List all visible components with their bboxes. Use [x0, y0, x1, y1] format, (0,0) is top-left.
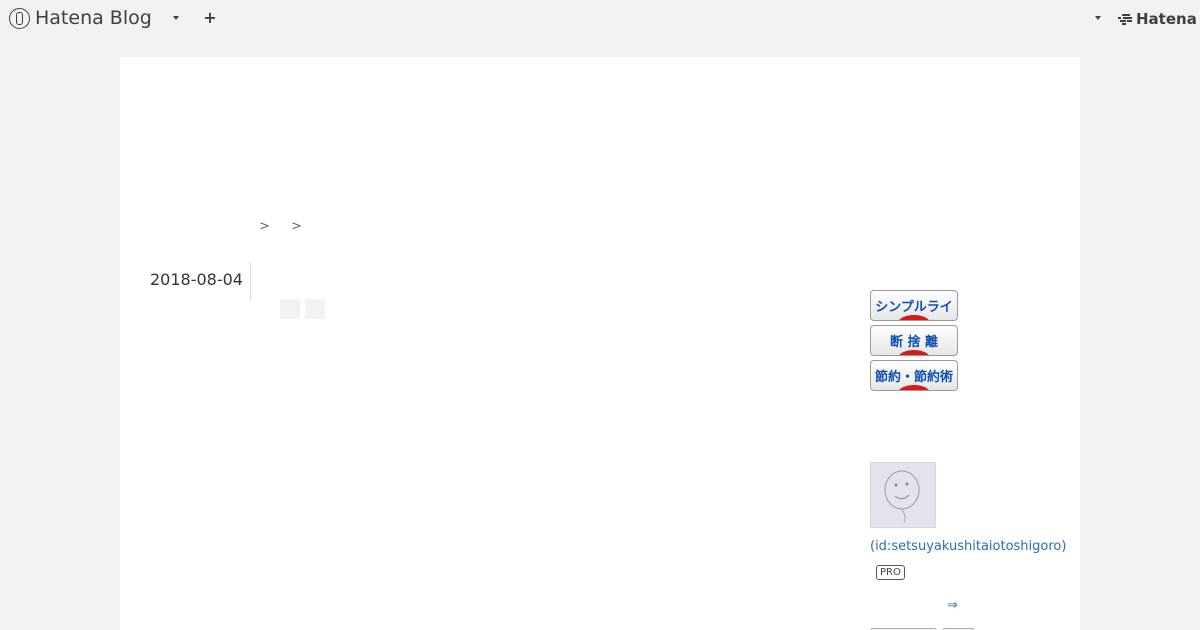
share-button[interactable] — [280, 299, 300, 319]
banner-label: 節約・節約術 — [874, 370, 953, 385]
new-post-button[interactable]: + — [202, 9, 218, 27]
profile-readmore-link[interactable]: ⇒ — [947, 598, 958, 613]
breadcrumb-separator: > — [291, 219, 302, 234]
banner-simple-life[interactable]: シンプルライフ — [870, 290, 958, 321]
profile-avatar[interactable] — [870, 462, 936, 528]
hatena-brand-link[interactable]: Hatena — [1118, 10, 1197, 28]
banner-label: シンプルライフ — [875, 300, 953, 320]
breadcrumb: > > — [259, 219, 319, 234]
banner-accent — [898, 385, 930, 390]
pro-badge: PRO — [876, 565, 905, 580]
share-button[interactable] — [305, 299, 325, 319]
hatena-logo-icon — [1118, 13, 1133, 25]
chevron-down-icon[interactable] — [1094, 14, 1102, 22]
entry-date[interactable]: 2018-08-04 — [150, 270, 243, 289]
logo-text: Hatena Blog — [35, 7, 152, 29]
banner-saving[interactable]: 節約・節約術 — [870, 360, 958, 391]
hatena-blog-logo[interactable]: Hatena Blog — [9, 6, 152, 30]
hatena-blog-logo-icon — [9, 7, 30, 29]
banner-danshari[interactable]: 断 捨 離 — [870, 325, 958, 356]
date-divider — [250, 262, 251, 300]
avatar-sketch-icon — [871, 463, 935, 527]
hatena-brand-text: Hatena — [1136, 10, 1197, 28]
chevron-down-icon[interactable] — [172, 14, 180, 22]
profile-id-text[interactable]: (id:setsuyakushitaiotoshigoro) — [870, 539, 1066, 554]
profile-id[interactable]: (id:setsuyakushitaiotoshigoro) PRO — [870, 534, 1066, 586]
banner-accent — [898, 350, 930, 355]
global-header: Hatena Blog + Hatena — [0, 0, 1200, 38]
breadcrumb-separator: > — [259, 219, 270, 234]
content-area: > > 2018-08-04 シンプルライフ 断 捨 離 節約・節約術 (id:… — [120, 57, 1080, 630]
banner-label: 断 捨 離 — [889, 335, 939, 350]
